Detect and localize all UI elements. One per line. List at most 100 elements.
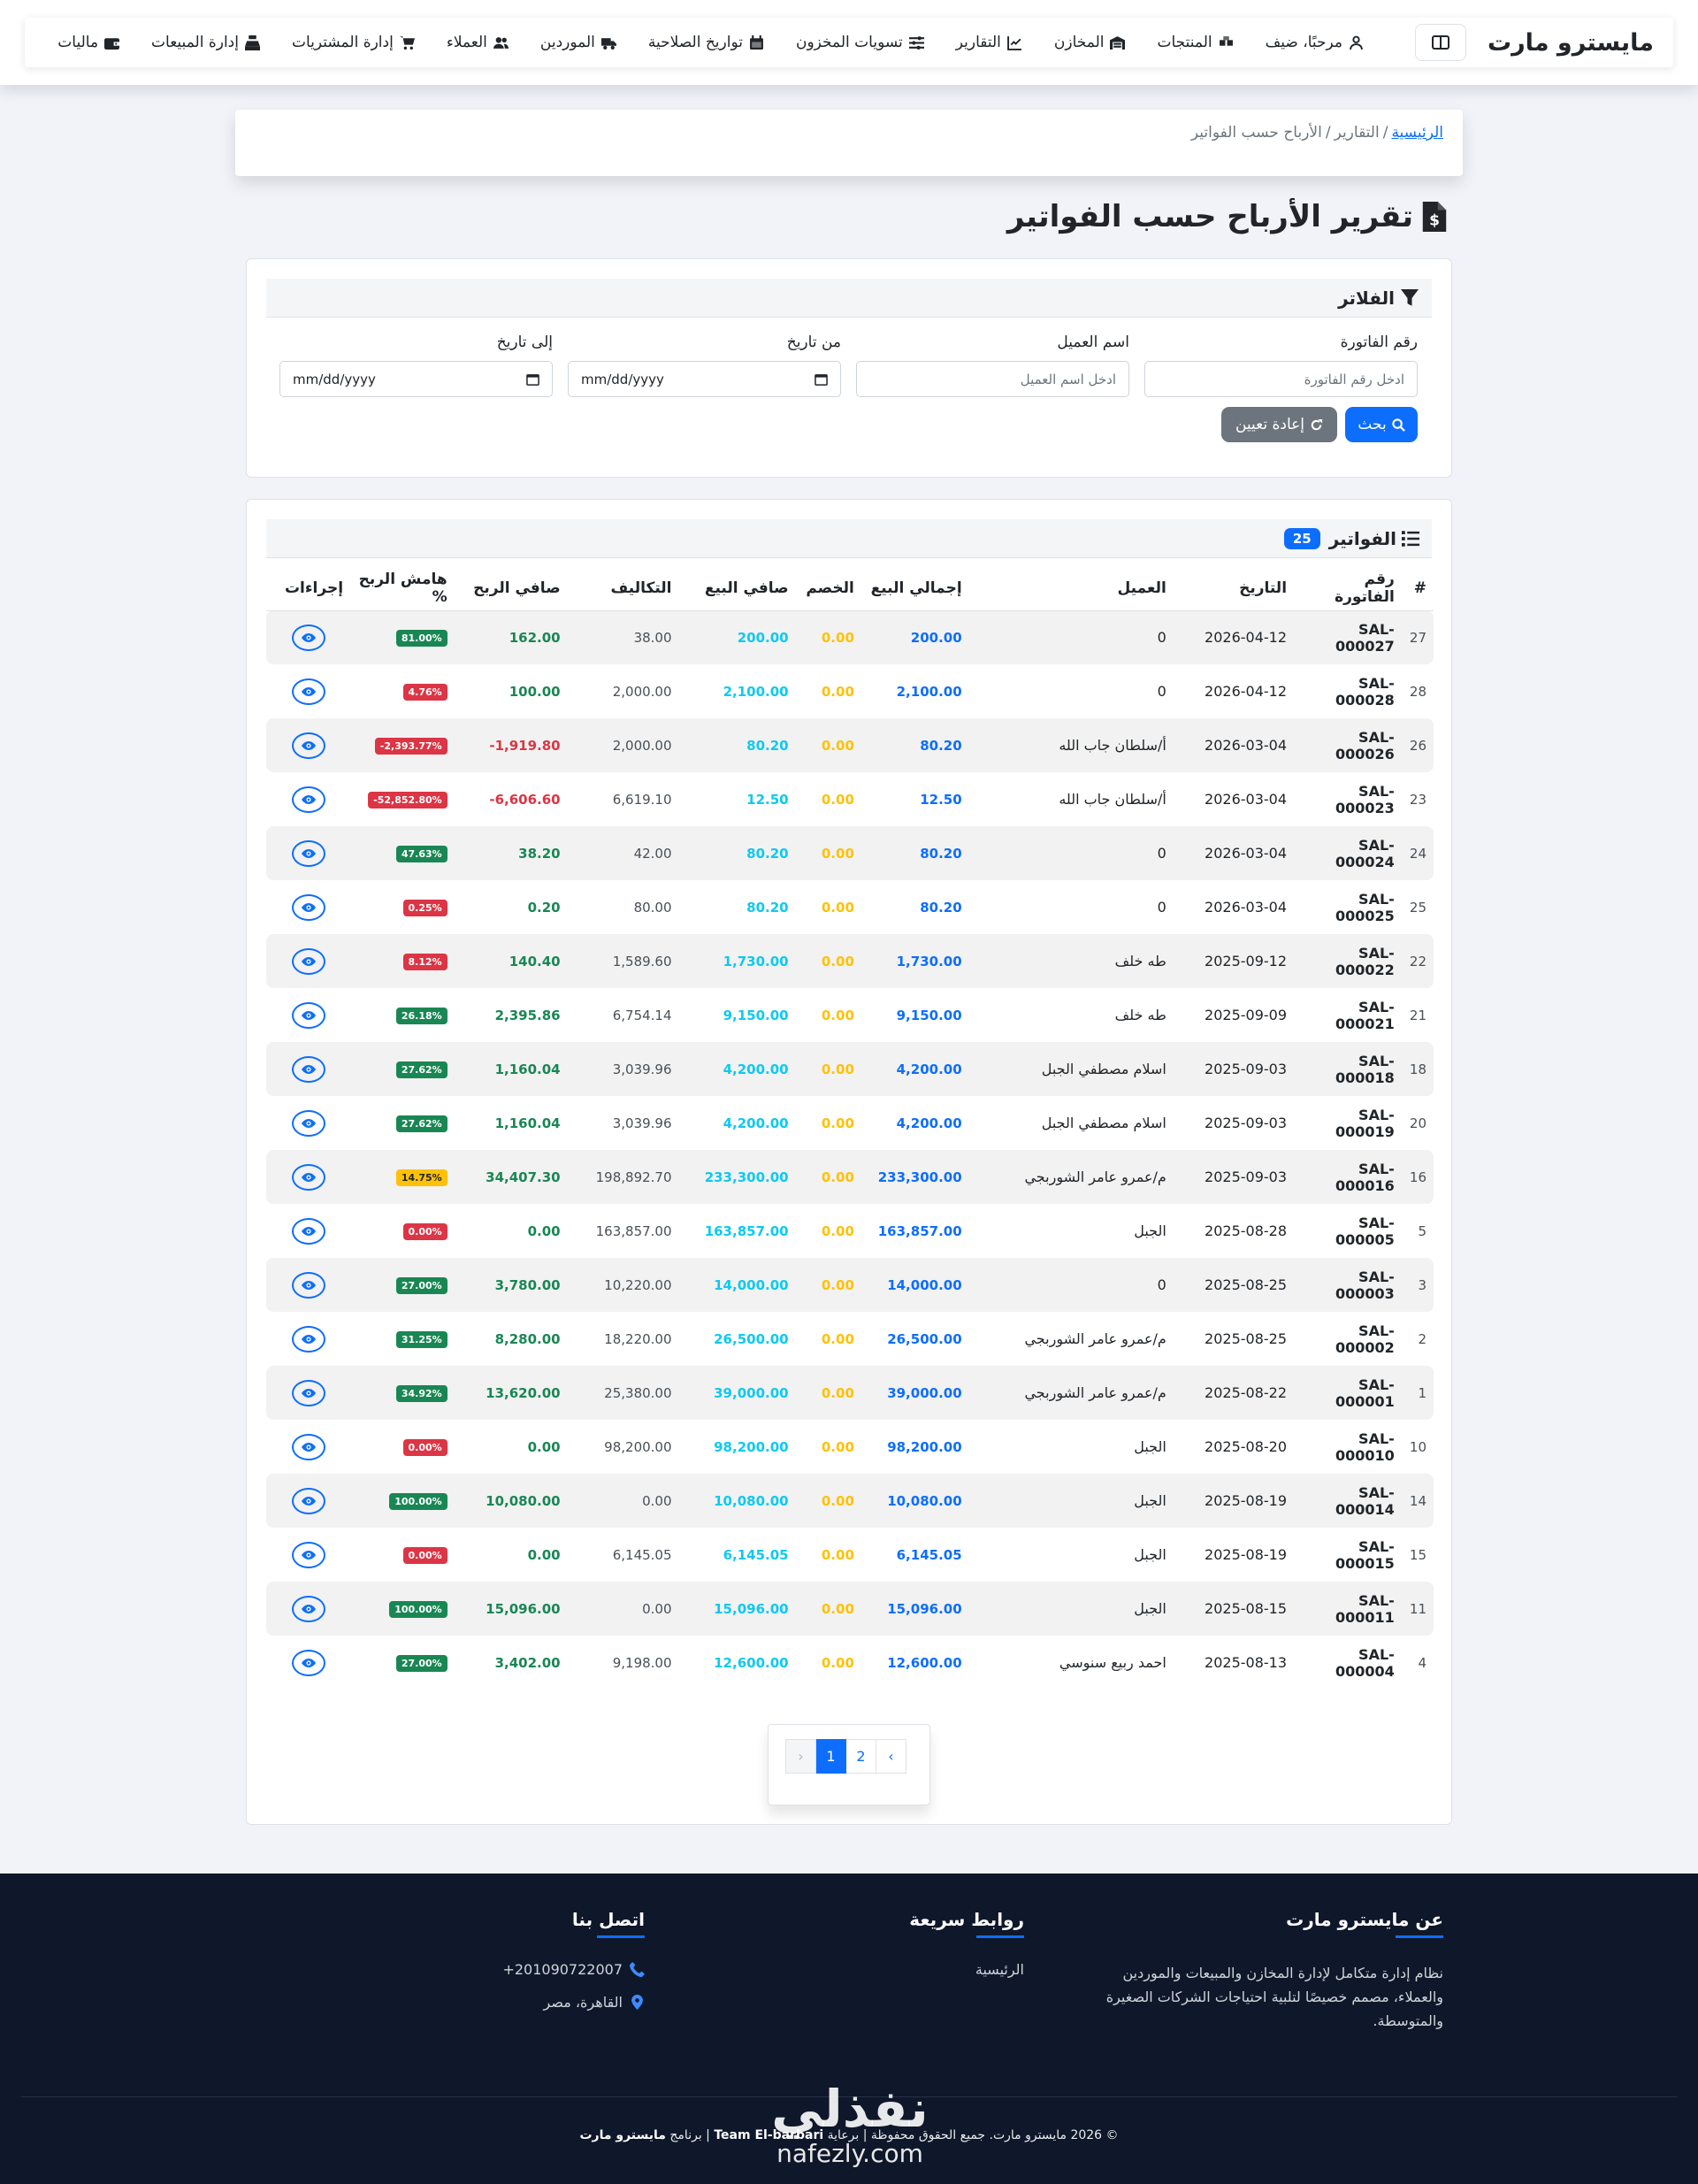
cell-customer-value: م/عمرو عامر الشوربجي bbox=[1024, 1384, 1166, 1401]
nav-item-sales[interactable]: إدارة المبيعات bbox=[135, 34, 276, 51]
view-invoice-button[interactable] bbox=[291, 1163, 325, 1191]
cell-total: 10,080.00 bbox=[860, 1474, 969, 1528]
pagination-page-2[interactable]: 2 bbox=[845, 1739, 876, 1774]
phone-icon bbox=[630, 1962, 645, 1977]
pagination-prev[interactable]: ‹ bbox=[785, 1739, 816, 1774]
cell-margin: 100.00% bbox=[350, 1474, 455, 1528]
cell-net: 14,000.00 bbox=[678, 1258, 796, 1312]
table-row: 18 SAL-000018 2025-09-03 اسلام مصطفي الجبل 4… bbox=[266, 1042, 1434, 1096]
view-invoice-button[interactable] bbox=[291, 839, 325, 867]
cell-cost-value: 10,220.00 bbox=[604, 1276, 672, 1293]
nav-item-expiry[interactable]: تواريخ الصلاحية bbox=[632, 34, 780, 51]
cell-customer: الجبل bbox=[969, 1528, 1174, 1582]
table-row: 21 SAL-000021 2025-09-09 طه خلف 9,150.00 0.00… bbox=[266, 988, 1434, 1042]
view-invoice-button[interactable] bbox=[291, 1109, 325, 1137]
cell-customer: احمد ربيع سنوسي bbox=[969, 1636, 1174, 1690]
nav-item-warehouses[interactable]: المخازن bbox=[1038, 34, 1142, 51]
to-date-input[interactable]: mm/dd/yyyy bbox=[279, 361, 553, 397]
margin-badge: 0.00% bbox=[402, 1439, 447, 1456]
nav-label: المنتجات bbox=[1157, 34, 1212, 51]
margin-badge: 31.25% bbox=[395, 1331, 447, 1348]
pagination-next[interactable]: › bbox=[876, 1739, 906, 1774]
view-invoice-button[interactable] bbox=[291, 1649, 325, 1676]
cell-profit: 13,620.00 bbox=[454, 1366, 568, 1420]
cell-customer-value: 0 bbox=[1157, 683, 1166, 700]
nav-menu: مرحبًا، ضيف المنتجات المخازن التقارير تس… bbox=[42, 34, 1380, 51]
reset-button[interactable]: إعادة تعيين bbox=[1221, 407, 1337, 442]
cell-discount-value: 0.00 bbox=[821, 1492, 854, 1509]
invoices-table: # رقم الفاتورة التاريخ العميل إجمالي الب… bbox=[266, 566, 1434, 1690]
pagination-page-1[interactable]: 1 bbox=[815, 1739, 846, 1774]
table-row: 4 SAL-000004 2025-08-13 احمد ربيع سنوسي 12,6… bbox=[266, 1636, 1434, 1690]
cell-profit-value: 3,780.00 bbox=[494, 1276, 561, 1293]
view-invoice-button[interactable] bbox=[291, 678, 325, 705]
page-title-text: تقرير الأرباح حسب الفواتير bbox=[1006, 199, 1413, 234]
filter-icon bbox=[1401, 288, 1419, 306]
cell-cost-value: 1,589.60 bbox=[612, 953, 672, 969]
breadcrumb-separator: / bbox=[1325, 124, 1331, 142]
cell-profit: 8,280.00 bbox=[455, 1312, 568, 1366]
truck-icon bbox=[600, 37, 616, 50]
cell-customer-value: أ/سلطان جاب الله bbox=[1059, 791, 1166, 808]
nav-item-products[interactable]: المنتجات bbox=[1141, 34, 1249, 51]
view-invoice-button[interactable] bbox=[291, 1379, 325, 1406]
col-customer: العميل bbox=[968, 566, 1174, 611]
nav-item-user[interactable]: مرحبًا، ضيف bbox=[1250, 34, 1380, 51]
cell-total-value: 233,300.00 bbox=[877, 1169, 962, 1185]
cell-customer-value: م/عمرو عامر الشوربجي bbox=[1024, 1169, 1166, 1185]
nav-item-customers[interactable]: العملاء bbox=[431, 34, 524, 51]
cell-cost-value: 3,039.96 bbox=[612, 1061, 672, 1077]
cell-invoice: SAL-000001 bbox=[1294, 1366, 1402, 1420]
view-invoice-button[interactable] bbox=[291, 732, 325, 759]
view-invoice-button[interactable] bbox=[291, 1433, 325, 1460]
from-date-input[interactable]: mm/dd/yyyy bbox=[568, 361, 841, 397]
cart-icon bbox=[399, 35, 415, 50]
view-invoice-button[interactable] bbox=[291, 1055, 325, 1083]
view-invoice-button[interactable] bbox=[291, 1541, 325, 1568]
table-row: 25 SAL-000025 2026-03-04 0 80.20 0.00 80.20 80.… bbox=[266, 880, 1434, 934]
cell-margin: 27.62% bbox=[350, 1096, 455, 1150]
sidebar-toggle-button[interactable] bbox=[1415, 24, 1466, 61]
footer-link-home[interactable]: الرئيسية bbox=[803, 1961, 1024, 1978]
cell-actions bbox=[266, 1042, 351, 1096]
view-invoice-button[interactable] bbox=[291, 1217, 325, 1245]
search-button[interactable]: بحث bbox=[1345, 407, 1418, 442]
cell-profit-value: 1,160.04 bbox=[494, 1115, 561, 1131]
cell-cost: 3,039.96 bbox=[567, 1042, 679, 1096]
view-invoice-button[interactable] bbox=[291, 1001, 325, 1029]
view-invoice-button[interactable] bbox=[291, 1487, 325, 1514]
invoice-number-input[interactable]: ادخل رقم الفاتورة bbox=[1144, 361, 1418, 397]
cell-profit-value: -1,919.80 bbox=[489, 737, 561, 754]
cell-cost-value: 0.00 bbox=[642, 1492, 672, 1509]
table-row: 27 SAL-000027 2026-04-12 0 200.00 0.00 200.00 3… bbox=[266, 610, 1434, 664]
cell-profit-value: 38.20 bbox=[518, 845, 561, 862]
nav-item-suppliers[interactable]: الموردين bbox=[524, 34, 632, 51]
cell-index-value: 18 bbox=[1409, 1061, 1426, 1077]
view-invoice-button[interactable] bbox=[291, 893, 325, 921]
nav-item-stock-adjust[interactable]: تسويات المخزون bbox=[780, 34, 940, 51]
brand-logo[interactable]: مايسترو مارت bbox=[1466, 29, 1673, 57]
nav-item-reports[interactable]: التقارير bbox=[940, 34, 1038, 51]
breadcrumb-reports[interactable]: التقارير bbox=[1335, 124, 1380, 142]
cell-profit-value: -6,606.60 bbox=[489, 791, 561, 808]
view-invoice-button[interactable] bbox=[291, 624, 325, 651]
view-invoice-button[interactable] bbox=[291, 785, 325, 813]
cell-discount-value: 0.00 bbox=[821, 1169, 854, 1185]
view-invoice-button[interactable] bbox=[291, 1271, 325, 1299]
view-invoice-button[interactable] bbox=[291, 1325, 325, 1353]
cell-actions bbox=[266, 772, 350, 826]
cell-net: 1,730.00 bbox=[678, 934, 796, 988]
nav-item-purchases[interactable]: إدارة المشتريات bbox=[276, 34, 431, 51]
view-invoice-button[interactable] bbox=[291, 947, 325, 975]
cell-index: 3 bbox=[1401, 1258, 1434, 1312]
footer: عن مايسترو مارت نظام إدارة متكامل لإدارة… bbox=[0, 1874, 1698, 2184]
view-invoice-button[interactable] bbox=[291, 1595, 325, 1622]
cell-margin: 8.12% bbox=[350, 934, 455, 988]
nav-item-finance[interactable]: ماليات bbox=[42, 34, 135, 51]
customer-name-input[interactable]: ادخل اسم العميل bbox=[856, 361, 1129, 397]
cell-customer: طه خلف bbox=[969, 988, 1174, 1042]
margin-badge: 27.62% bbox=[395, 1115, 447, 1132]
breadcrumb-home-link[interactable]: الرئيسية bbox=[1391, 124, 1443, 142]
cell-date: 2025-08-19 bbox=[1173, 1474, 1295, 1528]
cell-discount-value: 0.00 bbox=[821, 1115, 854, 1131]
